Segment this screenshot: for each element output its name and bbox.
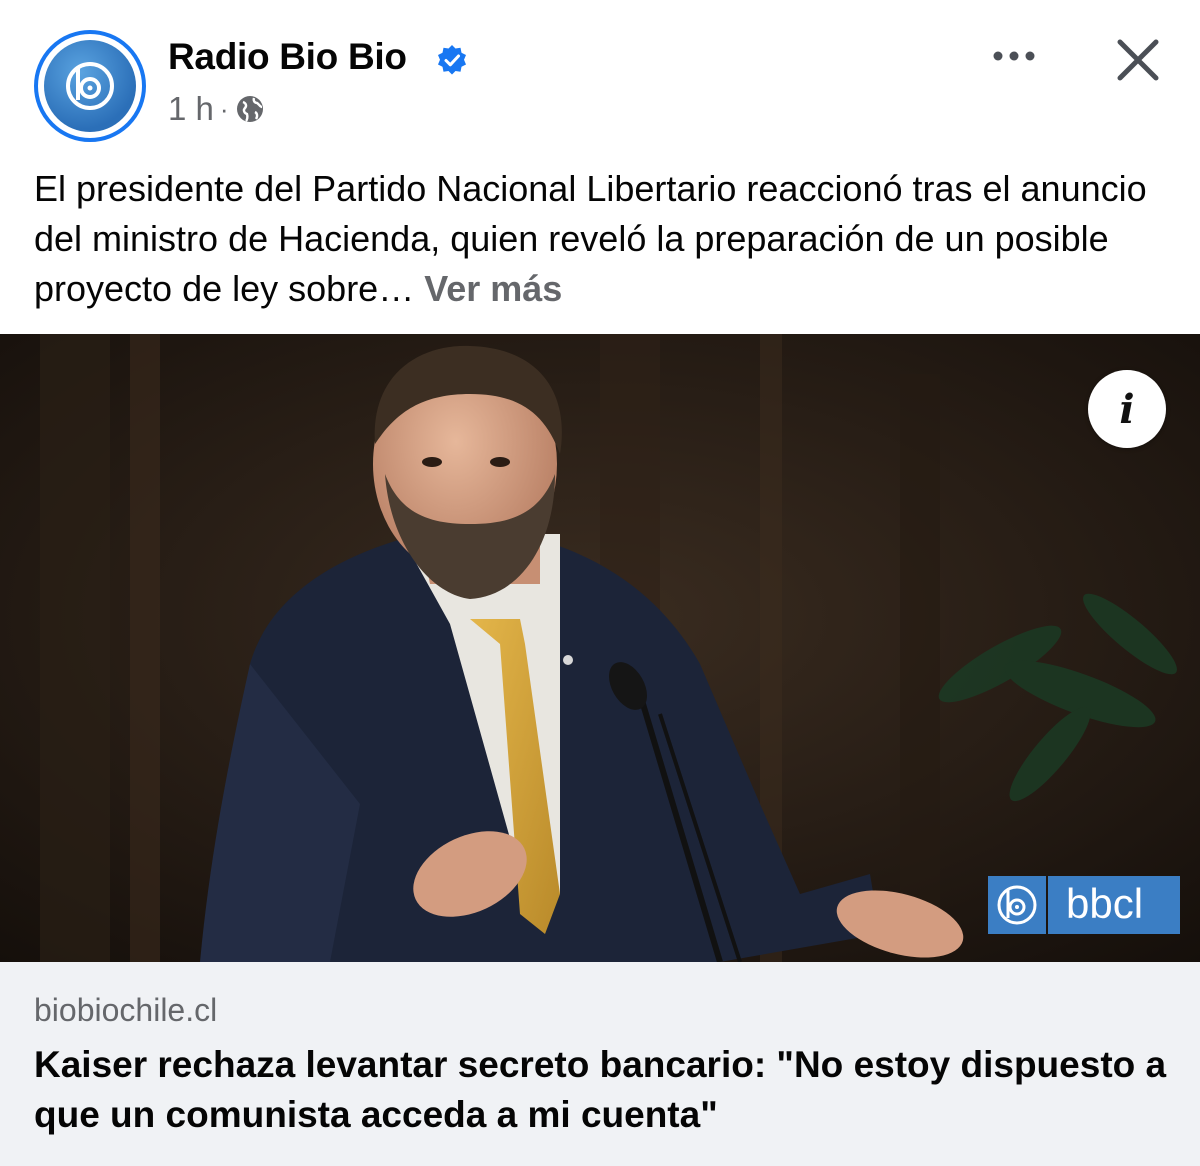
- link-headline[interactable]: Kaiser rechaza levantar secreto bancario…: [34, 1040, 1174, 1140]
- post-timestamp[interactable]: 1 h: [168, 90, 214, 128]
- watermark-text: bbcl: [1066, 880, 1144, 927]
- page-avatar[interactable]: [34, 30, 146, 142]
- meta-separator: ·: [219, 93, 229, 124]
- photo-illustration: [0, 334, 1200, 962]
- see-more-link[interactable]: Ver más: [424, 268, 562, 309]
- post-photo[interactable]: [0, 334, 1200, 962]
- globe-icon: [236, 96, 263, 122]
- post-body: El presidente del Partido Nacional Liber…: [34, 168, 1147, 309]
- verified-badge-icon: [438, 45, 466, 75]
- post-header: Radio Bio Bio 1 h ·: [0, 0, 1200, 160]
- radio-bio-bio-logo: [44, 40, 136, 132]
- post-text: El presidente del Partido Nacional Liber…: [34, 164, 1174, 314]
- page-name[interactable]: Radio Bio Bio: [168, 36, 407, 78]
- close-icon[interactable]: [1112, 34, 1164, 86]
- post-meta: 1 h ·: [168, 90, 265, 128]
- bbcl-watermark: bbcl: [988, 876, 1180, 934]
- more-options-icon[interactable]: [988, 34, 1040, 78]
- link-domain: biobiochile.cl: [34, 992, 218, 1028]
- info-button[interactable]: i: [1088, 370, 1166, 448]
